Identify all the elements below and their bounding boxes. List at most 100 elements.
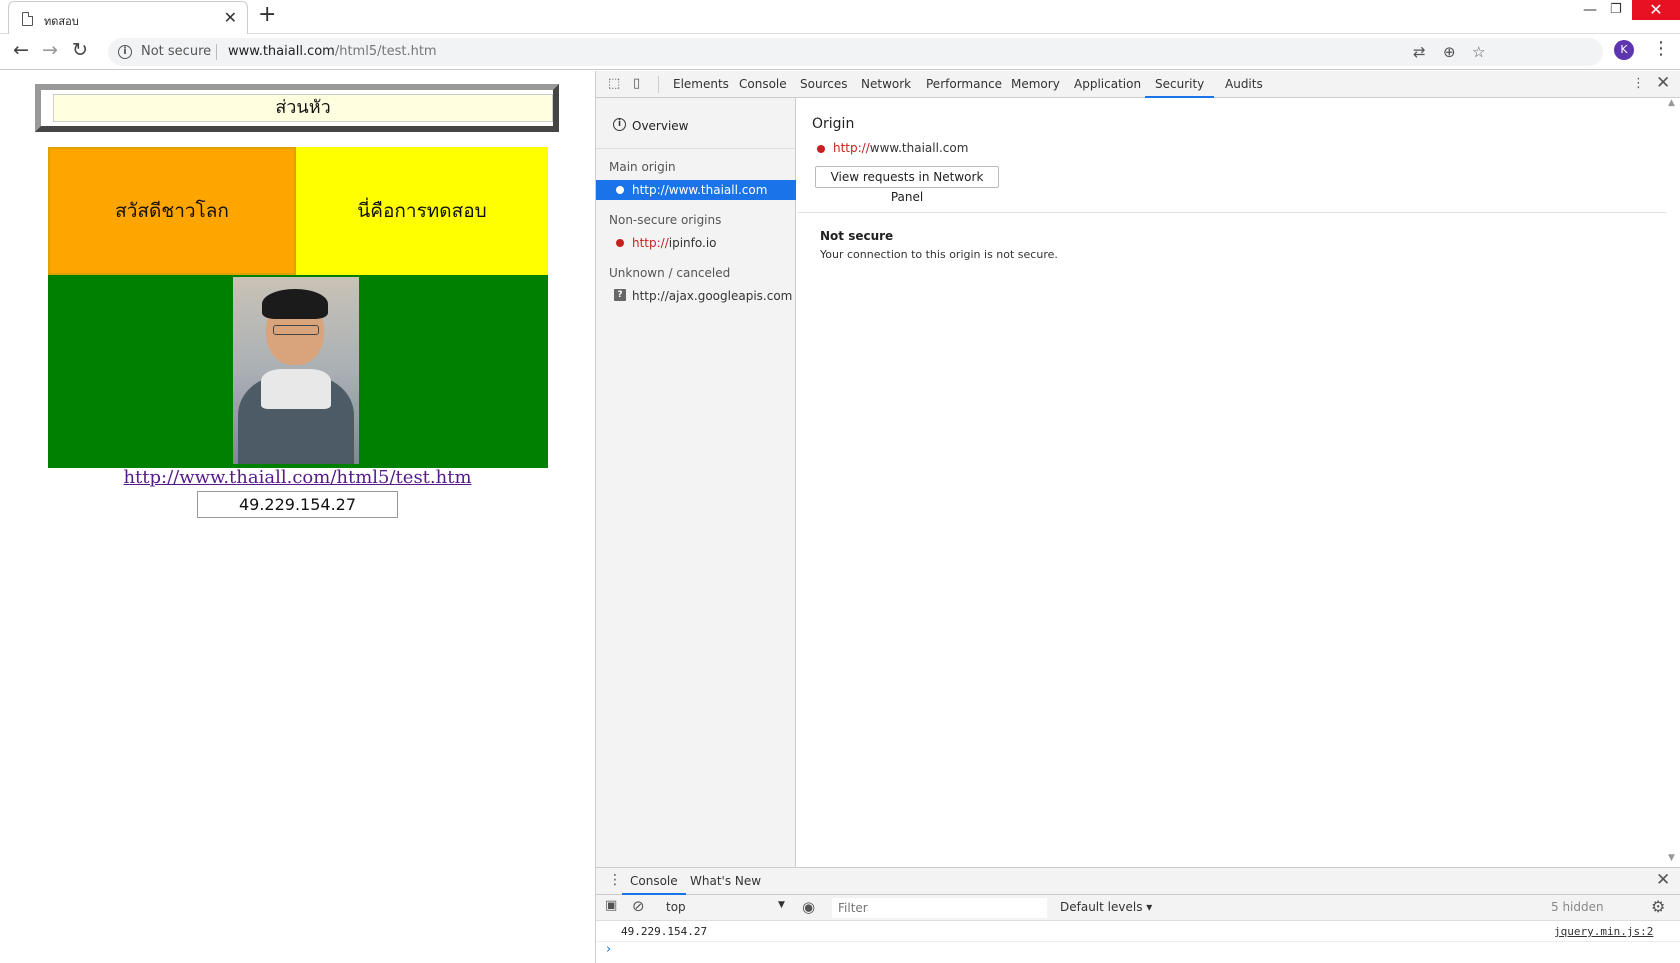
log-levels-dropdown[interactable]: Default levels ▾ [1060, 900, 1152, 914]
origin-url: http://www.thaiall.com [833, 141, 968, 155]
security-main-panel: Origin http://www.thaiall.com View reque… [797, 98, 1667, 867]
non-secure-origin-label: http://ipinfo.io [632, 236, 717, 250]
address-bar[interactable]: i Not secure www.thaiall.com/html5/test.… [108, 38, 1603, 66]
view-requests-button[interactable]: View requests in Network Panel [815, 166, 999, 204]
devtools-menu-icon[interactable]: ⋮ [1632, 76, 1645, 91]
non-secure-heading: Non-secure origins [609, 213, 722, 227]
origin-scheme: http:// [833, 141, 870, 155]
console-filter-input[interactable] [832, 898, 1047, 918]
back-button[interactable]: ← [13, 39, 29, 61]
device-toolbar-icon[interactable]: ▯ [633, 76, 640, 91]
main-origin-item[interactable]: http://www.thaiall.com [596, 180, 796, 200]
origin-status-dot [616, 186, 624, 194]
main-origin-heading: Main origin [609, 160, 676, 174]
photo-hair [262, 289, 328, 319]
tab-audits[interactable]: Audits [1224, 71, 1264, 98]
eye-icon[interactable]: ◉ [802, 898, 815, 916]
greeting-cell: สวัสดีชาวโลก [48, 147, 296, 275]
info-icon: i [613, 118, 626, 131]
page-icon [22, 12, 33, 26]
origin-host: ipinfo.io [668, 236, 717, 250]
origin-scheme: http:// [632, 236, 669, 250]
main-origin-label: http://www.thaiall.com [632, 183, 767, 197]
tab-console[interactable]: Console [738, 71, 788, 98]
page-header-frame: ส่วนหัว [35, 84, 559, 132]
origin-title: Origin [812, 116, 855, 132]
sidebar-divider [596, 148, 796, 149]
url-text[interactable]: www.thaiall.com/html5/test.htm [228, 44, 437, 59]
window-close-button[interactable]: ✕ [1632, 0, 1680, 20]
console-sidebar-icon[interactable]: ▣ [605, 898, 617, 913]
info-icon[interactable]: i [118, 45, 132, 59]
tab-network[interactable]: Network [860, 71, 912, 98]
origin-scheme: http:// [632, 183, 669, 197]
origin-host: www.thaiall.com [869, 141, 969, 155]
tab-close-icon[interactable]: ✕ [224, 8, 237, 27]
tab-elements[interactable]: Elements [672, 71, 730, 98]
unknown-origin-item[interactable]: ? http://ajax.googleapis.com [596, 286, 796, 306]
console-drawer: ⋮ Console What's New ✕ ▣ ⊘ top ▼ ◉ Defau… [596, 867, 1680, 963]
test-cell: นี่คือการทดสอบ [296, 147, 548, 275]
connection-status-title: Not secure [820, 229, 894, 243]
section-divider [797, 212, 1667, 213]
page-url-link[interactable]: http://www.thaiall.com/html5/test.htm [0, 467, 595, 488]
drawer-tab-whats-new[interactable]: What's New [690, 868, 761, 895]
tab-security[interactable]: Security [1145, 71, 1215, 98]
drawer-close-icon[interactable]: ✕ [1656, 870, 1670, 890]
profile-avatar[interactable]: K [1614, 40, 1634, 60]
unknown-origin-label: http://ajax.googleapis.com [632, 289, 793, 303]
page-header: ส่วนหัว [53, 94, 553, 122]
chevron-down-icon[interactable]: ▼ [778, 900, 785, 910]
restore-button[interactable]: ❐ [1610, 2, 1622, 17]
scroll-down-arrow[interactable]: ▼ [1668, 853, 1675, 863]
toolbar-divider [658, 76, 659, 93]
drawer-tabbar: ⋮ Console What's New ✕ [596, 868, 1680, 895]
tab-application[interactable]: Application [1073, 71, 1142, 98]
security-sidebar: i Overview Main origin http://www.thaial… [596, 98, 796, 867]
console-prompt[interactable]: › [606, 942, 611, 957]
console-message: 49.229.154.27 jquery.min.js:2 [596, 922, 1680, 942]
insecure-dot [616, 239, 624, 247]
drawer-menu-icon[interactable]: ⋮ [608, 872, 622, 888]
non-secure-origin-item[interactable]: http://ipinfo.io [596, 233, 796, 253]
tab-performance[interactable]: Performance [925, 71, 1003, 98]
console-toolbar: ▣ ⊘ top ▼ ◉ Default levels ▾ 5 hidden ⚙ [596, 895, 1680, 921]
console-message-text: 49.229.154.27 [621, 925, 708, 938]
overview-label: Overview [632, 119, 689, 133]
bookmark-star-icon[interactable]: ☆ [1472, 43, 1485, 61]
scroll-up-arrow[interactable]: ▲ [1668, 98, 1675, 108]
new-tab-button[interactable]: + [258, 2, 276, 27]
reload-button[interactable]: ↻ [72, 39, 88, 61]
drawer-tab-console[interactable]: Console [622, 868, 686, 895]
devtools-panel: ⬚ ▯ Elements Console Sources Network Per… [595, 71, 1680, 963]
photo-glasses [273, 325, 319, 335]
console-source-link[interactable]: jquery.min.js:2 [1554, 925, 1653, 938]
inspect-element-icon[interactable]: ⬚ [608, 76, 620, 91]
browser-tab[interactable]: ทดสอบ ✕ [8, 1, 248, 34]
unknown-heading: Unknown / canceled [609, 266, 731, 280]
browser-menu-icon[interactable]: ⋮ [1652, 38, 1670, 59]
context-selector[interactable]: top [666, 900, 791, 914]
security-chip[interactable]: Not secure [141, 44, 211, 59]
minimize-button[interactable]: — [1583, 2, 1597, 18]
devtools-close-icon[interactable]: ✕ [1656, 73, 1670, 93]
overview-item[interactable]: i Overview [596, 112, 796, 138]
url-host: www.thaiall.com [228, 44, 335, 59]
zoom-icon[interactable]: ⊕ [1443, 43, 1456, 61]
gear-icon[interactable]: ⚙ [1651, 897, 1665, 916]
tab-strip: ทดสอบ ✕ + — ❐ ✕ [0, 0, 1680, 34]
translate-icon[interactable]: ⇄ [1413, 43, 1426, 61]
insecure-dot [817, 145, 825, 153]
forward-button[interactable]: → [42, 39, 58, 61]
browser-toolbar: ← → ↻ i Not secure www.thaiall.com/html5… [0, 34, 1680, 70]
unknown-icon: ? [614, 289, 626, 301]
photo-collar [261, 369, 331, 409]
devtools-tabbar: ⬚ ▯ Elements Console Sources Network Per… [596, 71, 1680, 98]
clear-console-icon[interactable]: ⊘ [632, 897, 645, 915]
tab-sources[interactable]: Sources [799, 71, 848, 98]
url-path: /html5/test.htm [334, 44, 437, 59]
tab-memory[interactable]: Memory [1010, 71, 1061, 98]
tab-title: ทดสอบ [44, 15, 79, 28]
hidden-count: 5 hidden [1551, 900, 1604, 914]
web-page: ส่วนหัว สวัสดีชาวโลก นี่คือการทดสอบ http… [0, 71, 595, 963]
